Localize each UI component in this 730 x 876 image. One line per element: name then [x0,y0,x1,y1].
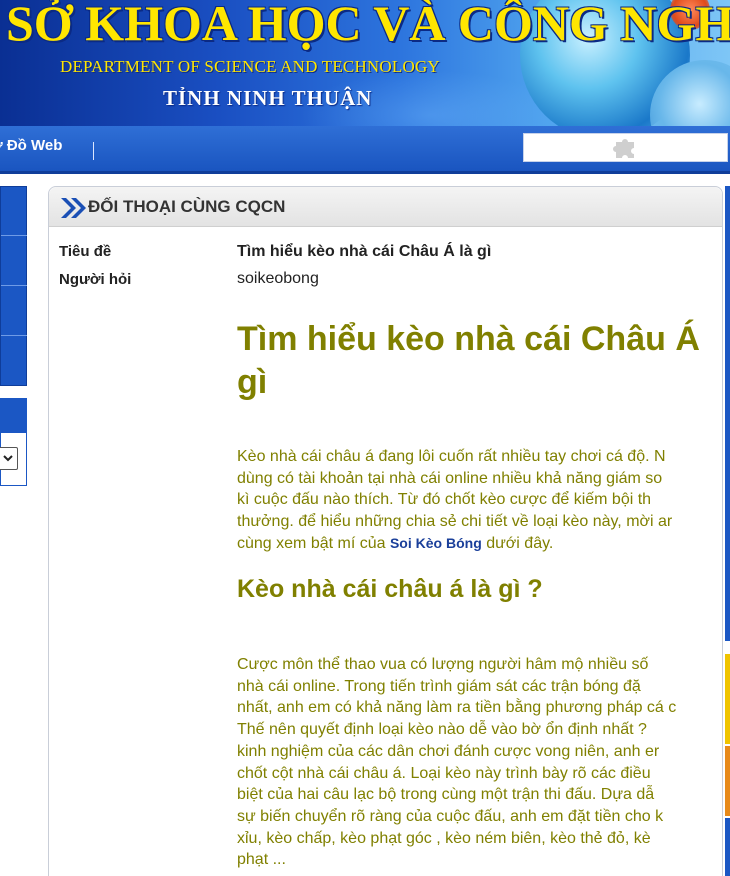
article-heading: Tìm hiểu kèo nhà cái Châu Á gì [237,318,730,404]
banner-title: SỞ KHOA HỌC VÀ CÔNG NGHỆ [6,0,730,51]
nav-link-sitemap[interactable]: ơ Đồ Web [0,137,62,154]
body-line: xỉu, kèo chấp, kèo phạt góc , kèo ném bi… [237,829,651,847]
puzzle-piece-icon [613,139,634,158]
sidebar-menu[interactable] [0,186,27,386]
banner-province: TỈNH NINH THUẬN [163,86,373,110]
sidebar-divider [1,285,27,286]
right-sidebar-edge [724,186,730,876]
sidebar-box-header [1,399,27,433]
body-line: biệt của hai câu lạc bộ trong cùng một t… [237,786,655,804]
intro-line: Kèo nhà cái châu á đang lôi cuốn rất nhi… [237,448,666,465]
article-heading-line: Tìm hiểu kèo nhà cái Châu Á [237,320,700,358]
right-sidebar-block [725,746,730,816]
body-line: Cược môn thể thao vua có lượng người hâm… [237,656,649,673]
intro-text: cùng xem bật mí của [237,534,390,552]
intro-line: kì cuộc đấu nào thích. Từ đó chốt kèo cư… [237,491,652,509]
site-banner: SỞ KHOA HỌC VÀ CÔNG NGHỆ DEPARTMENT OF S… [0,0,730,126]
nav-separator [93,142,94,160]
dialogue-panel: ĐỐI THOẠI CÙNG CQCN Tiêu đề Tìm hiểu kèo… [48,186,723,876]
banner-subtitle: DEPARTMENT OF SCIENCE AND TECHNOLOGY [60,57,440,76]
body-line: phạt ... [237,851,286,869]
sidebar-divider [1,335,27,336]
article-subheading: Kèo nhà cái châu á là gì ? [237,575,543,603]
asker-label: Người hỏi [59,271,132,288]
intro-line: thưởng. để hiểu những chia sẻ chi tiết v… [237,513,673,531]
title-label: Tiêu đề [59,243,112,260]
right-sidebar-block [725,186,730,641]
main-navbar: ơ Đồ Web [0,126,730,174]
panel-header: ĐỐI THOẠI CÙNG CQCN [49,187,722,227]
sidebar-box [0,398,27,486]
article-intro: Kèo nhà cái châu á đang lôi cuốn rất nhi… [237,446,730,555]
intro-line: dùng có tài khoản tại nhà cái online nhi… [237,469,663,487]
sidebar-dropdown[interactable] [0,447,18,470]
soi-keo-bong-link[interactable]: Soi Kèo Bóng [390,535,482,551]
body-line: nhất, anh em có khả năng làm ra tiền bằn… [237,699,677,717]
article-heading-line: gì [237,363,268,401]
right-sidebar-block [725,818,730,876]
intro-text: dưới đây. [481,534,554,552]
question-title: Tìm hiểu kèo nhà cái Châu Á là gì [237,243,492,260]
chevron-down-icon [3,455,13,462]
body-line: nhà cái online. Trong tiến trình giám sá… [237,677,641,695]
sidebar-divider [1,235,27,236]
right-sidebar-block [725,654,730,744]
article-body: Cược môn thể thao vua có lượng người hâm… [237,654,730,871]
body-line: Thế nên quyết định loại kèo nào dễ vào b… [237,721,647,739]
double-chevron-right-icon [61,198,86,218]
body-line: kinh nghiệm của các dân chơi đánh cược v… [237,742,660,760]
body-line: sự biến chuyển rõ ràng của cuộc đấu, anh… [237,807,664,825]
asker-name: soikeobong [237,270,319,287]
intro-line: cùng xem bật mí của Soi Kèo Bóng dưới đâ… [237,533,730,555]
plugin-placeholder[interactable] [523,133,728,162]
body-line: chốt cột nhà cái châu á. Loại kèo này tr… [237,764,651,782]
panel-title: ĐỐI THOẠI CÙNG CQCN [88,197,286,216]
